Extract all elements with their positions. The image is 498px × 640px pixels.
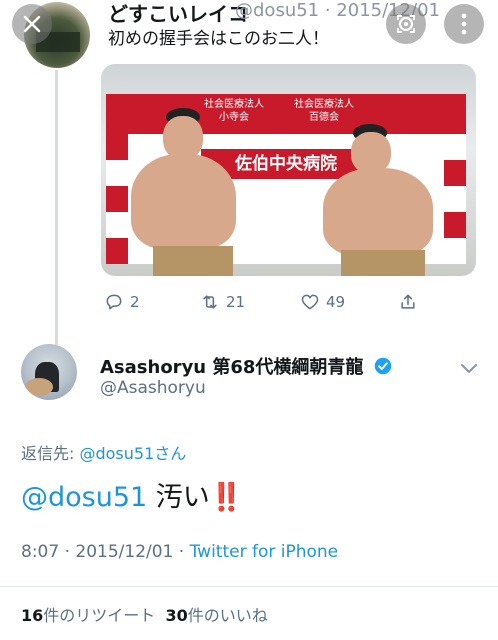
thread-line bbox=[55, 70, 58, 345]
wrestler-left-body bbox=[131, 154, 236, 249]
verified-icon bbox=[374, 357, 391, 375]
more-options-button[interactable] bbox=[444, 4, 484, 44]
retweet-total: 16 bbox=[21, 606, 44, 625]
more-icon bbox=[461, 13, 467, 35]
tweet-photo[interactable]: 社会医療法人 小寺会 社会医療法人 百德会 佐伯中央病院 bbox=[101, 64, 476, 276]
like-icon bbox=[301, 294, 319, 310]
double-exclamation-icon: ‼️ bbox=[209, 482, 244, 513]
avatar-asashoryu[interactable] bbox=[21, 344, 77, 400]
reply-button[interactable]: 2 bbox=[104, 292, 140, 312]
photo-banner-side-left bbox=[106, 134, 128, 264]
author-name-text: Asashoryu 第68代横綱朝青龍 bbox=[100, 357, 364, 378]
engagement-stats: 16件のリツイート 30件のいいね bbox=[21, 602, 268, 626]
share-icon bbox=[401, 294, 415, 309]
author-handle-asashoryu[interactable]: @Asashoryu bbox=[100, 378, 206, 398]
like-total: 30 bbox=[165, 606, 188, 625]
photo-sign-org1: 社会医療法人 小寺会 bbox=[204, 99, 264, 123]
like-count: 49 bbox=[326, 293, 346, 311]
wrestler-right-mawashi bbox=[341, 250, 425, 276]
share-button[interactable] bbox=[398, 292, 418, 312]
close-button[interactable] bbox=[12, 4, 52, 44]
source-link[interactable]: Twitter for iPhone bbox=[190, 542, 339, 562]
tweet-menu-button[interactable] bbox=[460, 360, 478, 379]
close-icon bbox=[23, 15, 41, 33]
reply-body: 汚い bbox=[147, 482, 210, 513]
timestamp[interactable]: 8:07 · 2015/12/01 · bbox=[21, 542, 190, 562]
replying-to: 返信先: @dosu51さん bbox=[21, 440, 186, 464]
tweet-text: 初めの握手会はこのお二人！ bbox=[108, 29, 329, 49]
tweet-meta: 8:07 · 2015/12/01 · Twitter for iPhone bbox=[21, 542, 338, 562]
retweet-button[interactable]: 21 bbox=[200, 292, 245, 312]
photo-sign-org2: 社会医療法人 百德会 bbox=[294, 99, 354, 123]
avatar-dog bbox=[25, 378, 53, 396]
reply-text: @dosu51 汚い‼️ bbox=[21, 475, 244, 514]
divider bbox=[0, 586, 498, 587]
like-label: 件のいいね bbox=[187, 606, 268, 625]
retweet-count: 21 bbox=[226, 293, 246, 311]
photo-banner-side-right bbox=[444, 134, 466, 264]
chevron-down-icon bbox=[461, 364, 477, 374]
retweets-stat[interactable]: 16件のリツイート bbox=[21, 606, 155, 625]
replying-to-link[interactable]: @dosu51さん bbox=[79, 444, 186, 463]
retweet-label: 件のリツイート bbox=[43, 606, 156, 625]
mention-link[interactable]: @dosu51 bbox=[21, 482, 147, 513]
author-name[interactable]: どすこいレイコ bbox=[108, 0, 248, 27]
replying-label: 返信先: bbox=[21, 444, 80, 463]
reply-count: 2 bbox=[130, 293, 140, 311]
wrestler-left-mawashi bbox=[153, 246, 233, 276]
like-button[interactable]: 49 bbox=[300, 292, 345, 312]
wrestler-right-body bbox=[323, 168, 433, 256]
reply-icon bbox=[106, 294, 122, 310]
search-icon bbox=[397, 15, 415, 33]
author-name-asashoryu[interactable]: Asashoryu 第68代横綱朝青龍 bbox=[100, 353, 392, 379]
likes-stat[interactable]: 30件のいいね bbox=[165, 606, 267, 625]
retweet-icon bbox=[203, 295, 217, 309]
search-image-button[interactable] bbox=[386, 4, 426, 44]
